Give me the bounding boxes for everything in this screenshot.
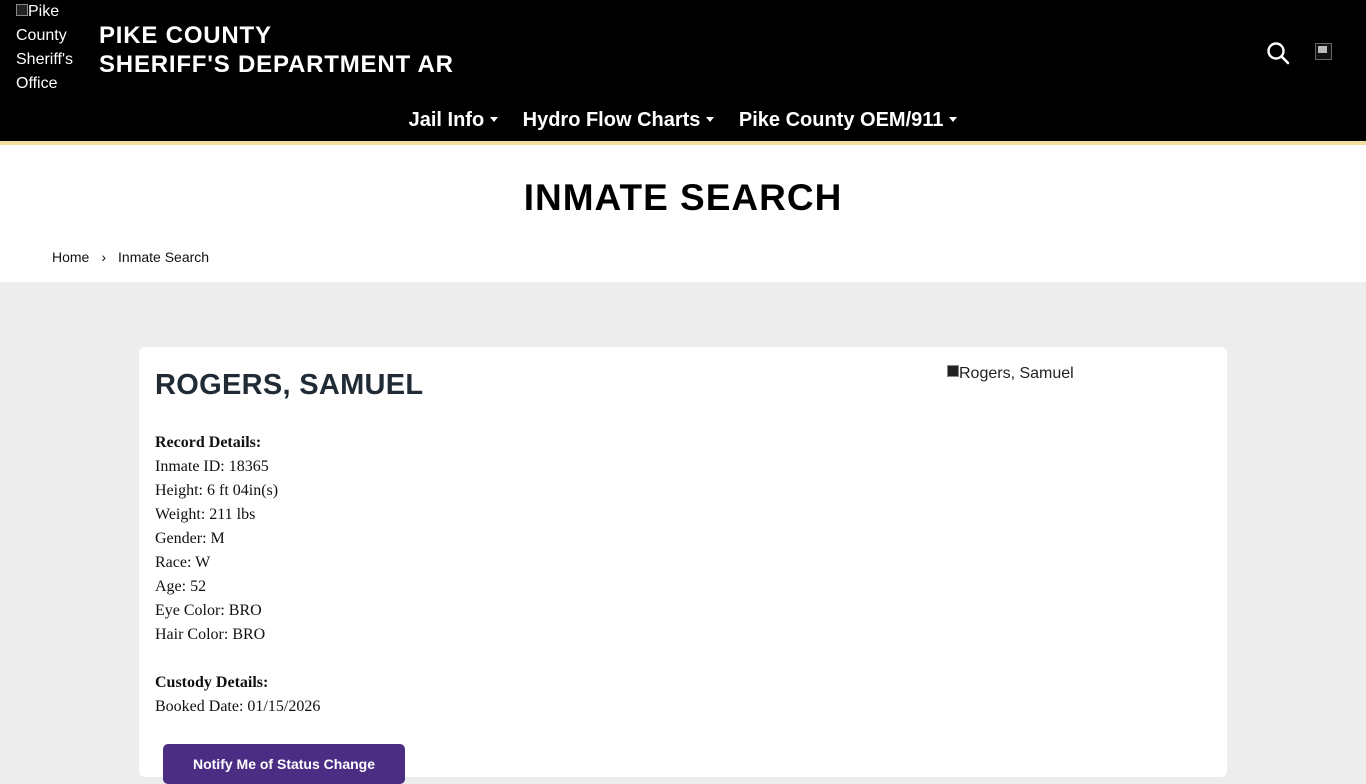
logo-alt-text: Pike County Sheriff's Office [16, 3, 74, 92]
inmate-gender: Gender: M [155, 530, 225, 547]
search-icon [1267, 42, 1290, 65]
caret-down-icon [706, 117, 715, 122]
inmate-age: Age: 52 [155, 578, 207, 595]
record-details-heading: Record Details: [155, 434, 262, 451]
inmate-weight: Weight: 211 lbs [155, 506, 256, 523]
nav-item-hydro-flow-charts[interactable]: Hydro Flow Charts [523, 106, 715, 134]
breadcrumb: Home › Inmate Search [52, 249, 209, 265]
site-logo[interactable]: Pike County Sheriff's Office [16, 0, 86, 96]
inmate-eye-color: Eye Color: BRO [155, 602, 262, 619]
nav-item-label: Pike County OEM/911 [738, 109, 944, 131]
search-button[interactable] [1265, 40, 1291, 66]
inmate-photo: Rogers, Samuel [947, 365, 1074, 383]
site-header: Pike County Sheriff's Office PIKE COUNTY… [0, 0, 1366, 141]
inmate-id: Inmate ID: 18365 [155, 458, 269, 475]
inmate-height: Height: 6 ft 04in(s) [155, 482, 279, 499]
booked-date: Booked Date: 01/15/2026 [155, 698, 321, 715]
nav-item-jail-info[interactable]: Jail Info [409, 106, 499, 134]
page-title: INMATE SEARCH [523, 177, 843, 218]
caret-down-icon [949, 117, 958, 122]
main-nav: Jail Info Hydro Flow Charts Pike County … [0, 106, 1366, 136]
broken-image-icon [947, 365, 959, 377]
chevron-right-icon: › [101, 249, 107, 265]
custody-details-heading: Custody Details: [155, 674, 269, 691]
notify-status-change-button[interactable]: Notify Me of Status Change [163, 744, 405, 784]
inmate-race: Race: W [155, 554, 211, 571]
caret-down-icon [490, 117, 499, 122]
site-title-line1: PIKE COUNTY [99, 22, 272, 49]
inmate-photo-alt-text: Rogers, Samuel [959, 365, 1074, 382]
title-band: INMATE SEARCH Home › Inmate Search [0, 145, 1366, 282]
nav-item-oem-911[interactable]: Pike County OEM/911 [739, 106, 958, 134]
breadcrumb-home-link[interactable]: Home [52, 249, 89, 265]
header-image[interactable] [1315, 43, 1332, 60]
inmate-card: ROGERS, SAMUEL Rogers, Samuel Record Det… [139, 347, 1227, 784]
site-title-line2: SHERIFF'S DEPARTMENT AR [99, 51, 454, 78]
nav-item-label: Jail Info [408, 109, 485, 131]
inmate-hair-color: Hair Color: BRO [155, 626, 266, 643]
breadcrumb-current: Inmate Search [118, 249, 210, 265]
broken-image-icon [16, 4, 28, 16]
site-title[interactable]: PIKE COUNTY SHERIFF'S DEPARTMENT AR [99, 21, 454, 79]
nav-item-label: Hydro Flow Charts [522, 109, 701, 131]
inmate-name: ROGERS, SAMUEL [155, 369, 424, 401]
inmate-details: Record Details: Inmate ID: 18365 Height:… [155, 431, 320, 719]
